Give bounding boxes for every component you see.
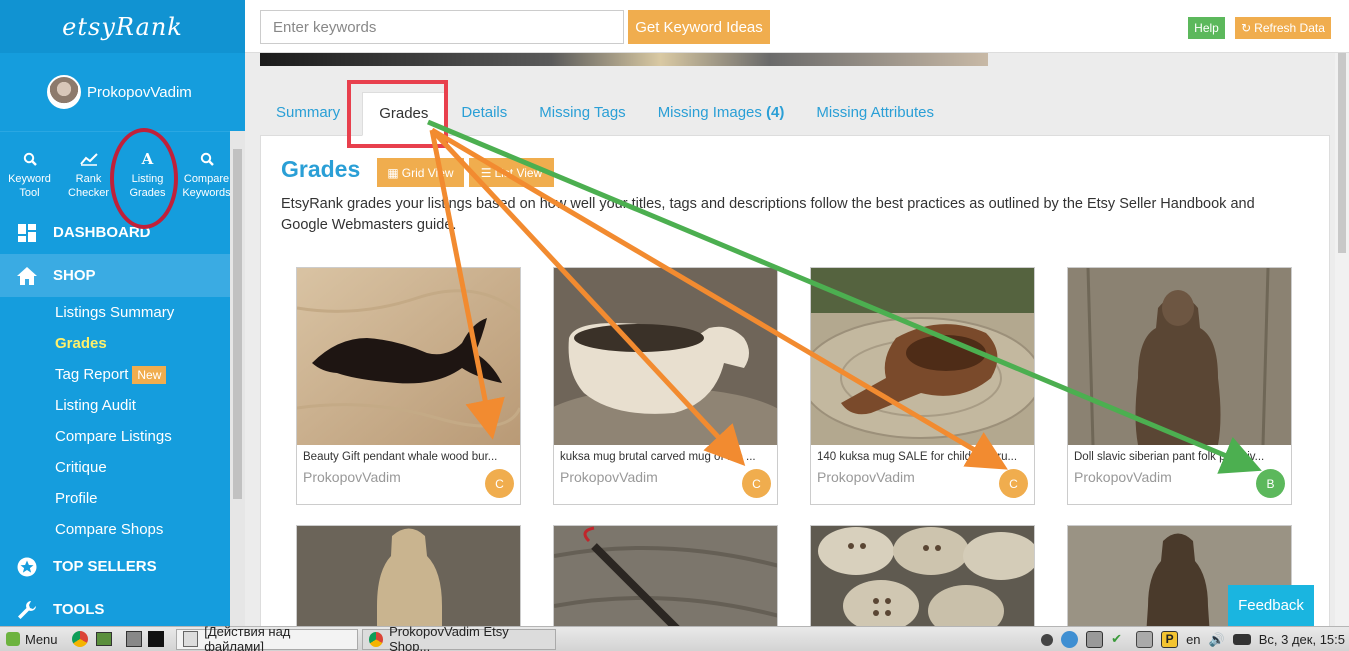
terminal-icon[interactable] [125, 631, 142, 647]
mint-logo-icon [6, 632, 20, 646]
display-icon[interactable] [1086, 631, 1104, 648]
check-icon[interactable]: ✔ [1111, 631, 1128, 648]
os-taskbar: Menu [Действия над файлами] ProkopovVadi… [0, 624, 1349, 651]
annotation-arrows [427, 119, 1262, 474]
update-icon[interactable] [1061, 631, 1079, 648]
window-label: [Действия над файлами] [204, 624, 291, 651]
p-app-icon[interactable]: P [1161, 631, 1179, 648]
annotation-arrow [429, 129, 505, 440]
battery-icon[interactable] [1232, 634, 1251, 645]
annotation-arrow [427, 119, 1262, 474]
volume-icon[interactable]: 🔊 [1209, 632, 1225, 648]
keyboard-layout[interactable]: en [1186, 632, 1200, 647]
window-label: ProkopovVadim Etsy Shop... [389, 624, 509, 651]
annotation-arrow [430, 128, 746, 466]
files-icon[interactable] [95, 632, 112, 646]
annotation-arrow [430, 127, 1008, 470]
start-menu-button[interactable]: Menu [0, 629, 64, 650]
taskbar-window-files[interactable]: [Действия над файлами] [175, 624, 358, 651]
clipboard-icon[interactable] [1136, 631, 1154, 648]
feedback-button[interactable]: Feedback [1228, 585, 1314, 626]
menu-label: Menu [25, 631, 58, 647]
chrome-icon[interactable] [71, 631, 88, 647]
taskbar-window-browser[interactable]: ProkopovVadim Etsy Shop... [361, 624, 556, 651]
window-icon [182, 631, 199, 647]
chrome-icon [368, 631, 384, 647]
terminal-black-icon[interactable] [147, 631, 164, 647]
settings-icon[interactable] [1041, 633, 1054, 646]
clock[interactable]: Вс, 3 дек, 15:5 [1259, 632, 1345, 647]
system-tray: ✔ P en 🔊 Вс, 3 дек, 15:5 [1041, 627, 1349, 651]
